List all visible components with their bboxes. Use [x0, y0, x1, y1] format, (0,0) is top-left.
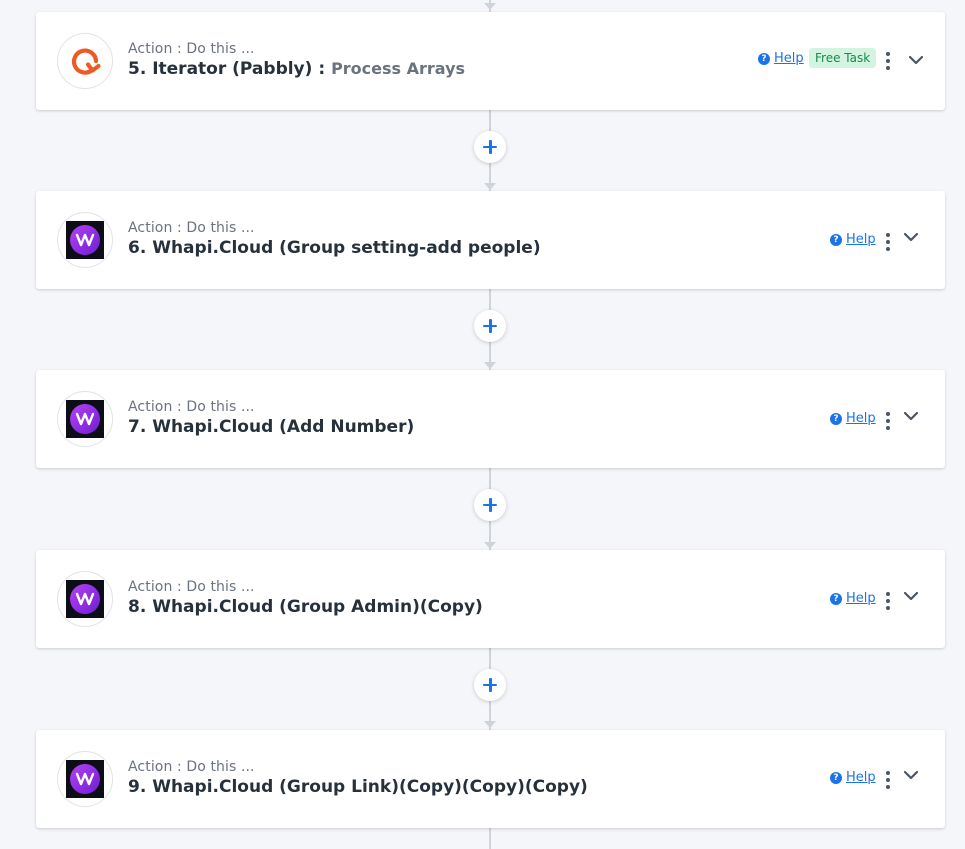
- step-title: 7. Whapi.Cloud (Add Number): [128, 417, 415, 437]
- help-link-text: Help: [846, 411, 876, 426]
- question-circle-icon: ?: [830, 592, 842, 605]
- step-title: 6. Whapi.Cloud (Group setting-add people…: [128, 238, 541, 258]
- connector-arrow: [484, 3, 496, 10]
- whapi-cloud-icon: [57, 391, 113, 447]
- chevron-down-icon[interactable]: [903, 767, 919, 783]
- step-card-9[interactable]: Action : Do this ... 9. Whapi.Cloud (Gro…: [36, 730, 945, 828]
- question-circle-icon: ?: [830, 412, 842, 425]
- iterator-icon: [57, 33, 113, 89]
- connector-arrow: [484, 721, 496, 728]
- step-card-7[interactable]: Action : Do this ... 7. Whapi.Cloud (Add…: [36, 370, 945, 468]
- vertical-dots-icon[interactable]: [885, 592, 891, 610]
- question-circle-icon: ?: [830, 233, 842, 246]
- chevron-down-icon[interactable]: [903, 229, 919, 245]
- question-circle-icon: ?: [758, 52, 770, 65]
- connector-arrow: [484, 362, 496, 369]
- vertical-dots-icon[interactable]: [885, 52, 891, 70]
- add-step-button[interactable]: [474, 310, 506, 342]
- help-link-text: Help: [774, 51, 804, 66]
- question-circle-icon: ?: [830, 771, 842, 784]
- step-type-label: Action : Do this ...: [128, 759, 255, 775]
- help-link-text: Help: [846, 591, 876, 606]
- step-title: 8. Whapi.Cloud (Group Admin)(Copy): [128, 597, 483, 617]
- chevron-down-icon[interactable]: [908, 52, 924, 68]
- help-link[interactable]: ? Help: [830, 411, 876, 426]
- step-title: 5. Iterator (Pabbly) : Process Arrays: [128, 59, 465, 79]
- step-type-label: Action : Do this ...: [128, 579, 255, 595]
- chevron-down-icon[interactable]: [903, 588, 919, 604]
- step-card-5[interactable]: Action : Do this ... 5. Iterator (Pabbly…: [36, 12, 945, 110]
- plus-icon: [483, 678, 497, 692]
- connector-arrow: [484, 183, 496, 190]
- vertical-dots-icon[interactable]: [885, 233, 891, 251]
- step-type-label: Action : Do this ...: [128, 399, 255, 415]
- add-step-button[interactable]: [474, 489, 506, 521]
- plus-icon: [483, 498, 497, 512]
- chevron-down-icon[interactable]: [903, 408, 919, 424]
- help-link[interactable]: ? Help: [830, 591, 876, 606]
- connector-line-bottom: [489, 828, 491, 849]
- add-step-button[interactable]: [474, 669, 506, 701]
- vertical-dots-icon[interactable]: [885, 771, 891, 789]
- help-link-text: Help: [846, 770, 876, 785]
- whapi-cloud-icon: [57, 212, 113, 268]
- step-type-label: Action : Do this ...: [128, 220, 255, 236]
- plus-icon: [483, 319, 497, 333]
- step-card-8[interactable]: Action : Do this ... 8. Whapi.Cloud (Gro…: [36, 550, 945, 648]
- vertical-dots-icon[interactable]: [885, 412, 891, 430]
- help-link-text: Help: [846, 232, 876, 247]
- help-link[interactable]: ? Help: [830, 232, 876, 247]
- connector-arrow: [484, 542, 496, 549]
- add-step-button[interactable]: [474, 131, 506, 163]
- step-card-6[interactable]: Action : Do this ... 6. Whapi.Cloud (Gro…: [36, 191, 945, 289]
- free-task-badge: Free Task: [809, 48, 877, 68]
- plus-icon: [483, 140, 497, 154]
- step-title-event: Process Arrays: [331, 59, 466, 78]
- whapi-cloud-icon: [57, 751, 113, 807]
- step-title: 9. Whapi.Cloud (Group Link)(Copy)(Copy)(…: [128, 777, 588, 797]
- whapi-cloud-icon: [57, 571, 113, 627]
- step-title-app: 5. Iterator (Pabbly) :: [128, 59, 326, 79]
- help-link[interactable]: ? Help: [758, 51, 804, 66]
- help-link[interactable]: ? Help: [830, 770, 876, 785]
- step-type-label: Action : Do this ...: [128, 41, 255, 57]
